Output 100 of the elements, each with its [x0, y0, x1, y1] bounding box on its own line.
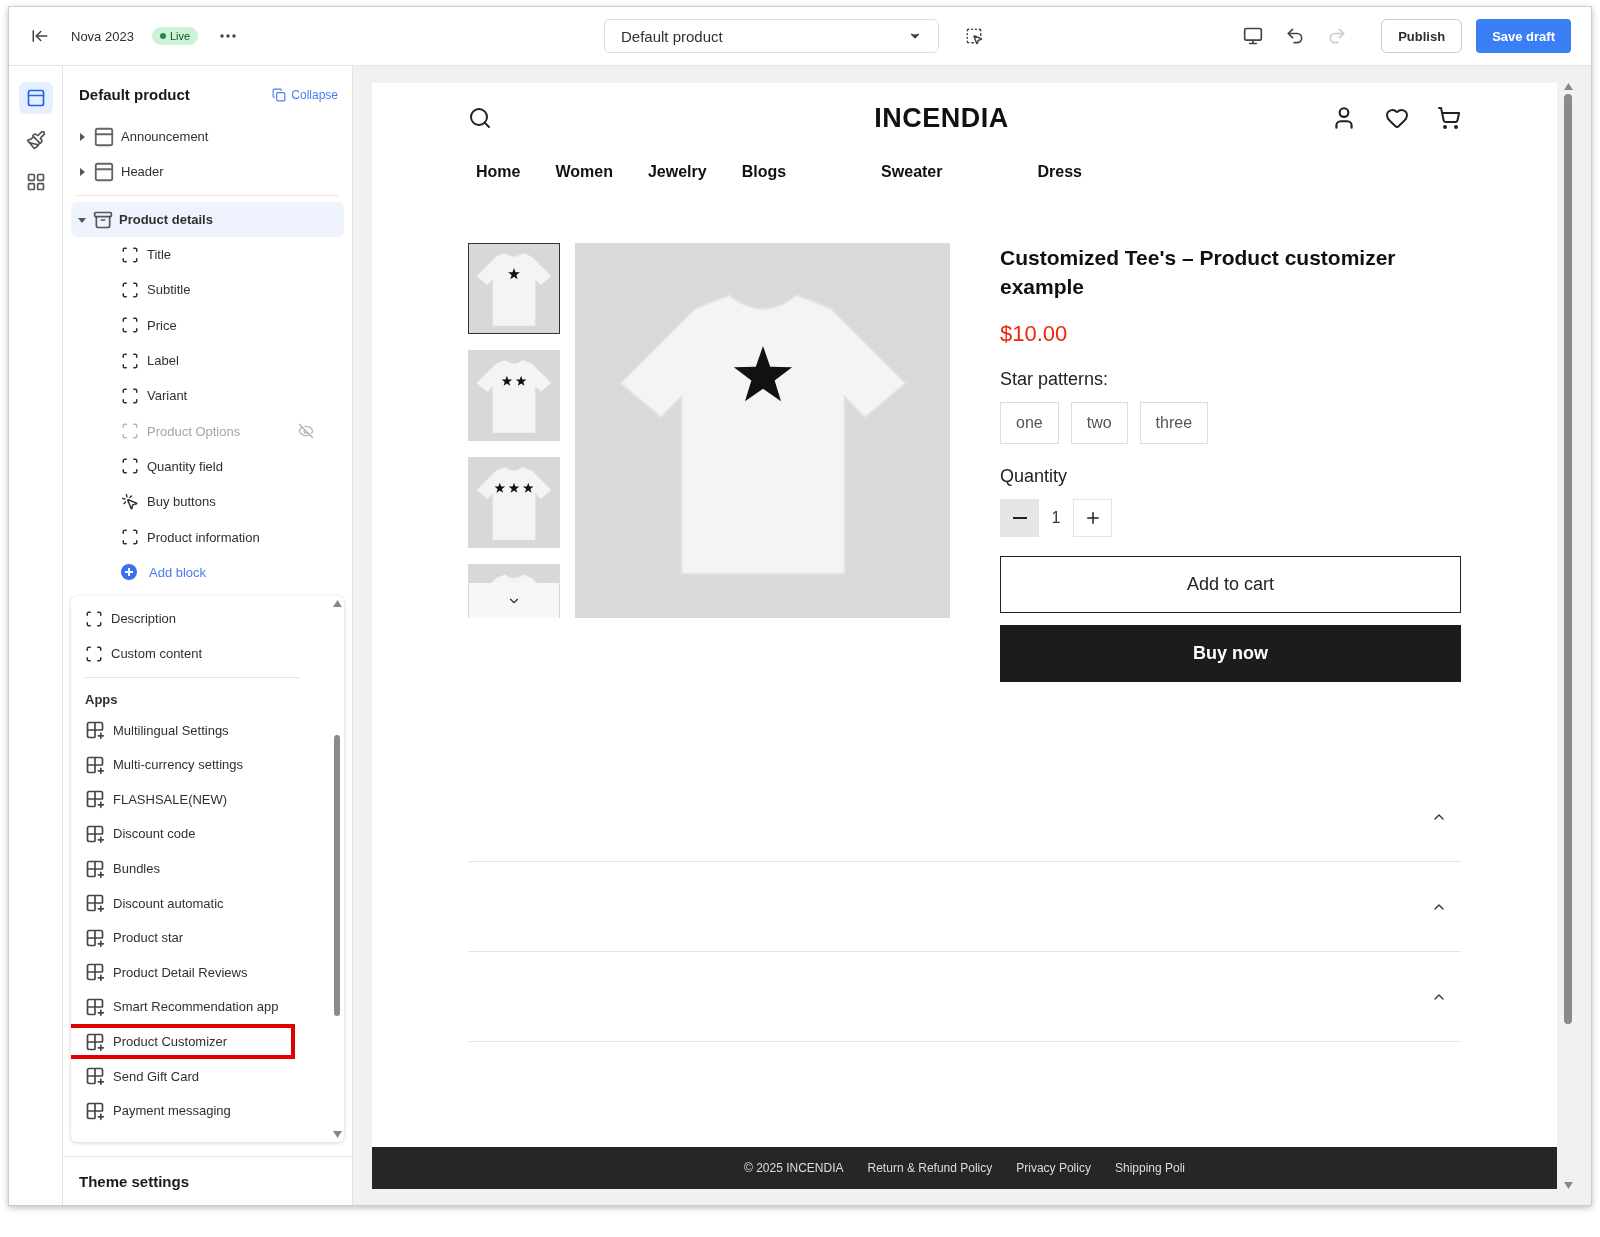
block-item[interactable]: Quantity field	[71, 448, 344, 485]
app-block-option[interactable]: Multilingual Settings	[85, 712, 316, 748]
app-block-icon	[85, 754, 105, 775]
block-icon	[85, 644, 103, 663]
app-block-icon	[85, 720, 105, 741]
footer-link[interactable]: Return & Refund Policy	[867, 1161, 993, 1175]
scroll-down-icon	[1563, 1182, 1573, 1189]
nav-link[interactable]: Jewelry	[647, 163, 707, 181]
theme-settings-link[interactable]: Theme settings	[79, 1173, 190, 1190]
app-block-option[interactable]: Product Detail Reviews	[85, 955, 316, 990]
publish-button[interactable]: Publish	[1381, 19, 1463, 53]
section-icon	[93, 125, 115, 148]
app-block-icon	[85, 962, 105, 983]
app-block-icon	[85, 1100, 105, 1121]
collapse-link[interactable]: Collapse	[272, 87, 338, 102]
nav-link[interactable]: Blogs	[741, 163, 787, 181]
sidebar-title: Default product	[79, 86, 190, 103]
add-block-button[interactable]: Add block	[71, 554, 344, 590]
template-dropdown[interactable]: Default product	[604, 19, 939, 53]
apps-heading: Apps	[85, 690, 119, 709]
footer-link[interactable]: Privacy Policy	[1016, 1161, 1091, 1175]
thumbnail[interactable]	[468, 564, 560, 618]
increase-button[interactable]	[1073, 499, 1112, 537]
footer-link[interactable]: Shipping Poli	[1114, 1161, 1185, 1175]
select-cursor-icon	[965, 27, 983, 45]
block-icon	[121, 422, 139, 441]
app-block-option[interactable]: Discount code	[85, 816, 316, 852]
block-item[interactable]: Buy buttons	[71, 484, 344, 520]
product-price: $10.00	[1000, 321, 1069, 347]
paintbrush-icon	[25, 130, 46, 150]
status-badge: Live	[151, 27, 199, 45]
app-block-icon	[85, 823, 105, 844]
block-item[interactable]: Product information	[71, 519, 344, 555]
block-icon	[121, 528, 139, 546]
block-icon	[85, 609, 103, 628]
quantity-label: Quantity	[1000, 466, 1069, 487]
status-dot-icon	[159, 33, 166, 39]
section-item[interactable]: Product details	[71, 202, 344, 237]
block-item[interactable]: Subtitle	[71, 272, 344, 308]
block-icon	[121, 351, 139, 370]
block-item[interactable]: Variant	[71, 378, 344, 414]
thumbnail[interactable]	[468, 243, 560, 334]
redo-icon	[1327, 26, 1348, 46]
option-button[interactable]: two	[1070, 402, 1128, 444]
scroll-down-icon	[332, 1130, 342, 1138]
option-label: Star patterns:	[1000, 369, 1110, 390]
option-button[interactable]: one	[1000, 402, 1059, 444]
hidden-icon	[298, 423, 314, 440]
more-icon	[220, 34, 237, 38]
nav-link[interactable]: Women	[555, 163, 613, 181]
cart-icon[interactable]	[1437, 106, 1461, 130]
quantity-value: 1	[1051, 509, 1061, 527]
rail-tab[interactable]	[18, 82, 53, 114]
save-draft-button[interactable]: Save draft	[1476, 19, 1571, 53]
app-block-option[interactable]: Product star	[85, 920, 316, 955]
buy-now-button[interactable]: Buy now	[1000, 625, 1461, 682]
block-option[interactable]: Description	[85, 601, 316, 637]
block-item[interactable]: Price	[71, 307, 344, 343]
block-item[interactable]: Label	[71, 342, 344, 379]
thumbnail[interactable]	[468, 457, 560, 548]
app-block-option[interactable]: Payment messaging	[85, 1093, 316, 1128]
app-block-icon	[85, 1066, 105, 1087]
app-block-option[interactable]: FLASHSALE(NEW)	[85, 782, 316, 817]
wishlist-icon[interactable]	[1385, 106, 1409, 130]
app-block-option[interactable]: Product Customizer	[71, 1024, 295, 1059]
scroll-up-icon	[332, 599, 342, 607]
app-block-icon	[85, 789, 105, 810]
desktop-icon	[1243, 26, 1264, 46]
product-title: Customized Tee's – Product customizer example	[1000, 245, 1397, 300]
add-to-cart-button[interactable]: Add to cart	[1000, 556, 1461, 613]
collapse-icon	[272, 87, 287, 102]
store-logo: INCENDIA	[874, 102, 1009, 134]
section-item[interactable]: Announcement	[71, 119, 344, 154]
app-block-icon	[85, 893, 105, 914]
minus-icon	[1012, 517, 1027, 519]
caret-icon	[77, 166, 87, 177]
apps-icon	[25, 172, 46, 192]
nav-link[interactable]: Sweater	[881, 163, 943, 181]
block-icon	[121, 386, 139, 405]
footer-link[interactable]: © 2025 INCENDIA	[744, 1161, 844, 1175]
block-option[interactable]: Custom content	[85, 636, 316, 671]
sections-icon	[25, 88, 46, 108]
block-item[interactable]: Title	[71, 237, 344, 273]
app-block-option[interactable]: Multi-currency settings	[85, 747, 316, 783]
cursor-icon	[121, 492, 139, 511]
block-icon	[121, 280, 139, 299]
app-block-option[interactable]: Discount automatic	[85, 885, 316, 921]
thumbnail[interactable]	[468, 350, 560, 441]
block-icon	[121, 457, 139, 476]
option-button[interactable]: three	[1139, 402, 1209, 444]
section-item[interactable]: Header	[71, 154, 344, 189]
app-block-option[interactable]: Send Gift Card	[85, 1058, 316, 1094]
app-block-option[interactable]: Bundles	[85, 851, 316, 886]
app-block-icon	[85, 927, 105, 948]
search-icon[interactable]	[468, 106, 492, 130]
scroll-up-icon	[1563, 83, 1573, 90]
nav-link[interactable]: Dress	[1037, 163, 1082, 181]
block-icon	[121, 245, 139, 264]
nav-link[interactable]: Home	[476, 163, 521, 181]
app-block-option[interactable]: Smart Recommendation app	[85, 989, 316, 1025]
